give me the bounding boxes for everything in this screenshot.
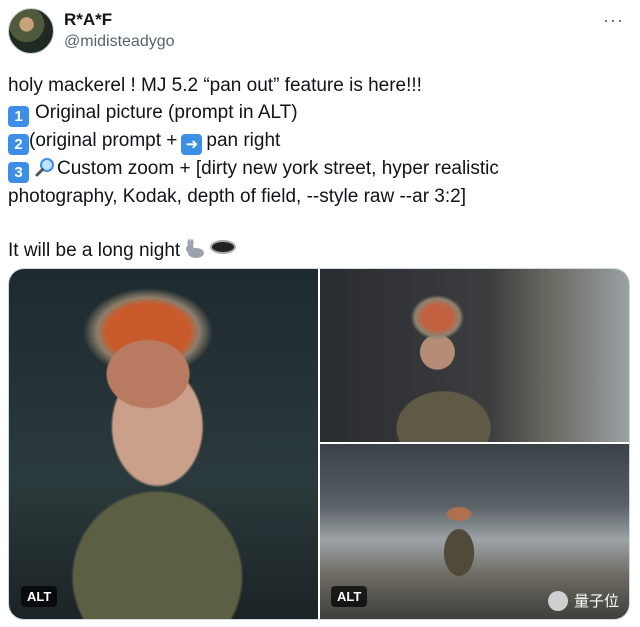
photo-original[interactable] [9, 269, 318, 619]
line2-text: Original picture (prompt in ALT) [35, 102, 298, 123]
line6-text: It will be a long night [8, 240, 181, 261]
user-handle[interactable]: @midisteadygo [64, 33, 175, 51]
right-arrow-icon: ➜ [181, 134, 203, 155]
watermark: 量子位 [547, 590, 619, 611]
tweet-line-2: 1 Original picture (prompt in ALT) [8, 99, 630, 127]
keycap-3-icon: 3 [8, 162, 29, 183]
tweet-line-5: photography, Kodak, depth of field, --st… [8, 186, 466, 207]
line3-text-a: (original prompt + [29, 130, 178, 151]
magnifying-glass-icon [35, 158, 54, 177]
keycap-2-icon: 2 [8, 134, 29, 155]
rabbit-icon [186, 239, 205, 258]
tweet-text: holy mackerel ! MJ 5.2 “pan out” feature… [8, 72, 630, 264]
tweet-line-6: It will be a long night [8, 237, 630, 264]
more-options-icon[interactable]: ··· [603, 10, 624, 31]
tweet-line-4: 3 Custom zoom + [dirty new york street, … [8, 155, 630, 183]
keycap-1-icon: 1 [8, 106, 29, 127]
watermark-logo-icon [547, 590, 568, 611]
alt-badge[interactable]: ALT [21, 586, 58, 607]
watermark-text: 量子位 [573, 593, 619, 610]
avatar[interactable] [8, 8, 54, 54]
tweet-line-3: 2 (original prompt + ➜ pan right [8, 127, 630, 155]
line4-text: Custom zoom + [dirty new york street, hy… [57, 158, 499, 179]
tweet-header: R*A*F @midisteadygo ··· [8, 8, 632, 54]
tweet-line-1: holy mackerel ! MJ 5.2 “pan out” feature… [8, 75, 422, 96]
media-grid: ALT ALT 量子位 [8, 268, 630, 620]
photo-pan-right[interactable] [320, 269, 629, 442]
line3-text-b: pan right [206, 130, 281, 151]
alt-badge[interactable]: ALT [331, 586, 368, 607]
hole-icon [210, 240, 237, 254]
user-name[interactable]: R*A*F [64, 10, 112, 30]
